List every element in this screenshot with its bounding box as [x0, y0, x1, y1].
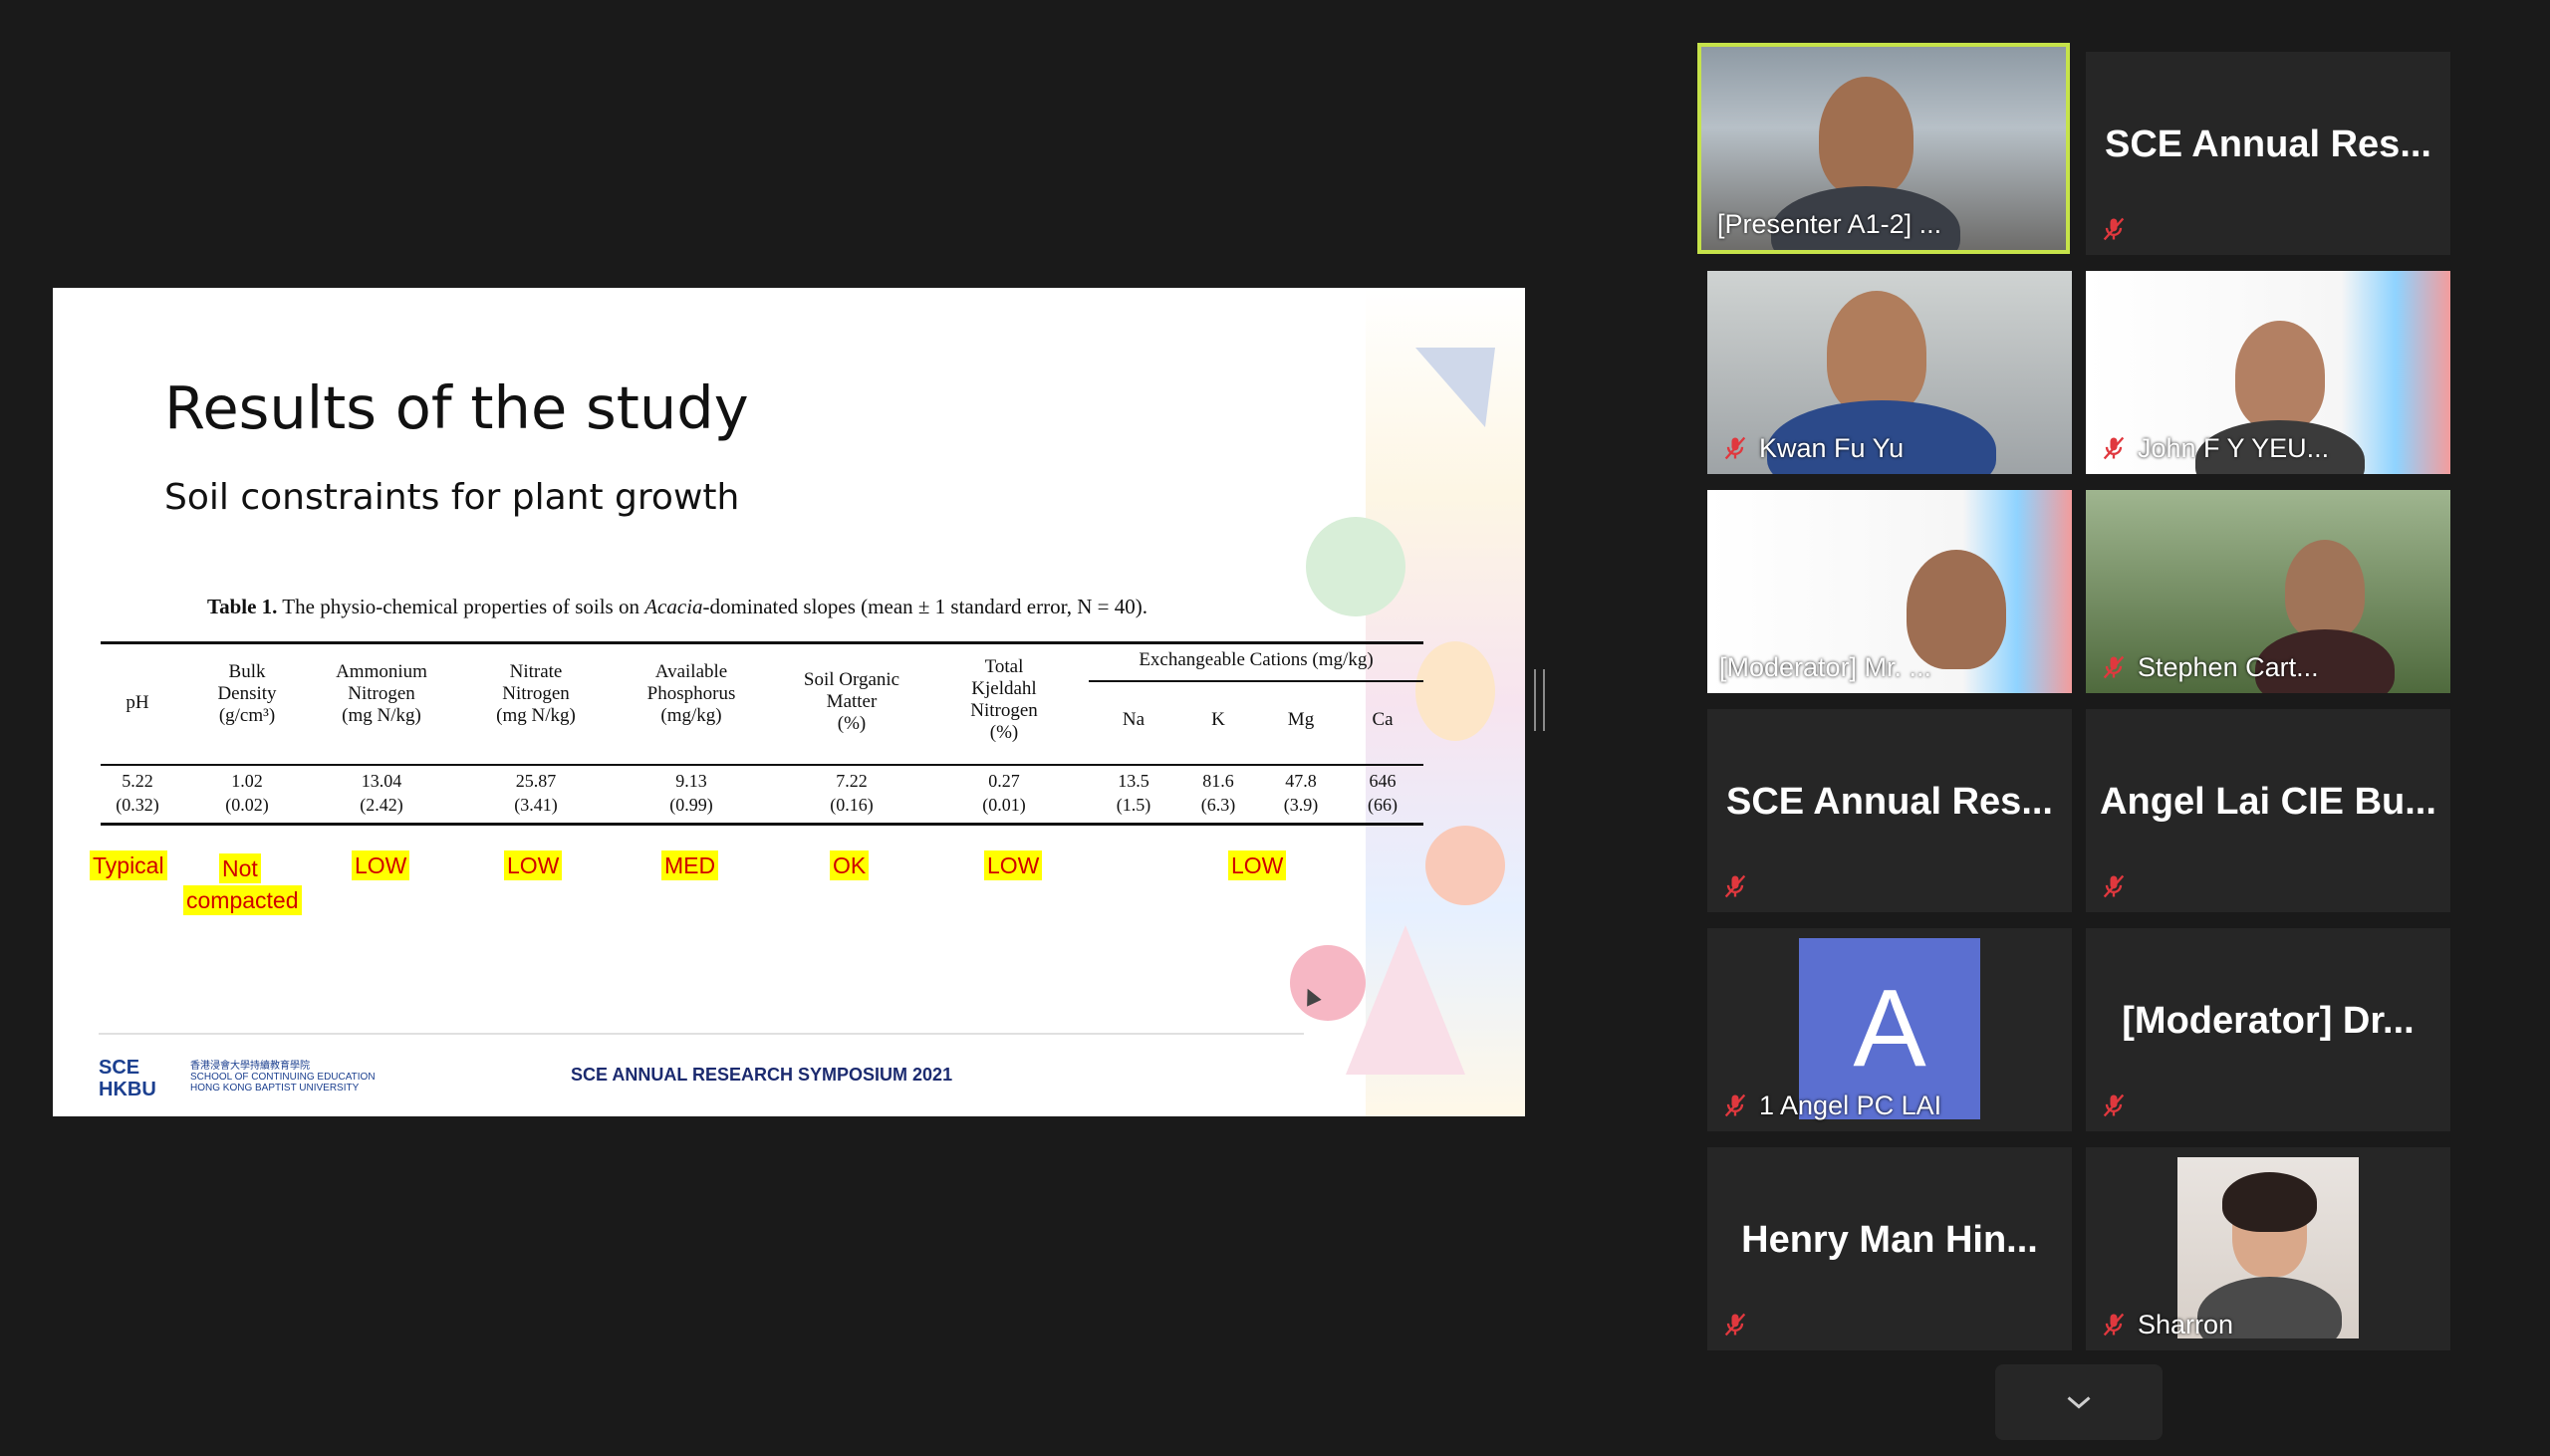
- mic-muted-icon: [1724, 436, 1746, 460]
- symposium-title: SCE ANNUAL RESEARCH SYMPOSIUM 2021: [571, 1065, 953, 1085]
- tag-cations: LOW: [1228, 850, 1287, 880]
- panel-resize-handle[interactable]: [1534, 669, 1545, 731]
- slide-subtitle: Soil constraints for plant growth: [164, 477, 740, 518]
- tag-phosphorus: MED: [661, 850, 719, 880]
- person-head: [1827, 291, 1926, 415]
- mic-muted-icon: [1724, 874, 1746, 898]
- col-header-ammonium: Ammonium Nitrogen (mg N/kg): [336, 661, 427, 726]
- value-ph: 5.22 (0.32): [116, 771, 159, 815]
- col-header-ca: Ca: [1372, 709, 1394, 730]
- col-header-k: K: [1211, 709, 1225, 730]
- person-hair: [2222, 1172, 2317, 1232]
- sce-hkbu-logo: SCE HKBU 香港浸會大學持續教育學院 SCHOOL OF CONTINUING…: [99, 1057, 397, 1106]
- mic-muted-icon: [2103, 1313, 2125, 1336]
- tag-ammonium: LOW: [352, 850, 410, 880]
- footer-divider: [99, 1033, 1304, 1035]
- value-k: 81.6 (6.3): [1200, 771, 1236, 815]
- mic-muted-icon: [1724, 1093, 1746, 1117]
- value-ammonium: 13.04 (2.42): [360, 771, 403, 815]
- participant-tile[interactable]: Kwan Fu Yu: [1707, 271, 2072, 474]
- mic-muted-icon: [2103, 217, 2125, 241]
- participant-name: Kwan Fu Yu: [1759, 433, 1905, 463]
- participant-tile[interactable]: SCE Annual Res...: [1707, 709, 2072, 912]
- tag-bulk-density-line1: Not: [219, 853, 261, 883]
- participant-display-name: Angel Lai CIE Bu...: [2100, 781, 2436, 823]
- person-head: [2235, 321, 2325, 430]
- participant-tile[interactable]: Sharron: [2086, 1147, 2450, 1350]
- tag-ph: Typical: [90, 850, 167, 880]
- value-ca: 646 (66): [1368, 771, 1398, 815]
- person-head: [1819, 77, 1913, 196]
- decor-triangle: [1346, 925, 1465, 1075]
- value-kjeldahl: 0.27 (0.01): [982, 771, 1026, 815]
- table-mid-rule: [101, 764, 1423, 766]
- participant-tile[interactable]: Stephen Cart...: [2086, 490, 2450, 693]
- mic-muted-icon: [2103, 874, 2125, 898]
- slide-title: Results of the study: [164, 373, 749, 442]
- value-nitrate: 25.87 (3.41): [514, 771, 558, 815]
- participant-name: Stephen Cart...: [2138, 652, 2319, 682]
- participant-display-name: Henry Man Hin...: [1741, 1219, 2038, 1261]
- shared-slide: Results of the study Soil constraints fo…: [53, 288, 1525, 1116]
- cations-rule: [1089, 680, 1423, 682]
- value-organic-matter: 7.22 (0.16): [830, 771, 874, 815]
- participant-display-name: SCE Annual Res...: [2105, 123, 2431, 165]
- tag-kjeldahl: LOW: [984, 850, 1043, 880]
- table-bottom-rule: [101, 823, 1423, 826]
- participant-name: Sharron: [2138, 1310, 2234, 1339]
- person-icon: [1415, 641, 1495, 741]
- decor-triangle: [1415, 348, 1495, 427]
- table-top-rule: [101, 641, 1423, 644]
- cations-group-header: Exchangeable Cations (mg/kg): [1139, 649, 1374, 670]
- value-bulk-density: 1.02 (0.02): [225, 771, 269, 815]
- tag-nitrate: LOW: [504, 850, 563, 880]
- participant-tile-presenter[interactable]: [Presenter A1-2] ...: [1697, 43, 2070, 254]
- more-participants-button[interactable]: [1995, 1364, 2163, 1440]
- participant-name: [Presenter A1-2] ...: [1717, 209, 1942, 239]
- logo-text: 香港浸會大學持續教育學院 SCHOOL OF CONTINUING EDUCATI…: [190, 1061, 376, 1093]
- participant-tile[interactable]: A 1 Angel PC LAI: [1707, 928, 2072, 1131]
- participant-name: [Moderator] Mr. ...: [1719, 652, 1932, 682]
- mic-muted-icon: [2103, 655, 2125, 679]
- col-header-mg: Mg: [1287, 709, 1315, 730]
- participant-tile[interactable]: [Moderator] Dr...: [2086, 928, 2450, 1131]
- col-header-phosphorus: Available Phosphorus (mg/kg): [646, 661, 736, 726]
- value-na: 13.5 (1.5): [1116, 771, 1151, 815]
- person-head: [2285, 540, 2365, 639]
- participant-tile[interactable]: [Moderator] Mr. ...: [1707, 490, 2072, 693]
- person-head: [1907, 550, 2006, 669]
- value-mg: 47.8 (3.9): [1283, 771, 1319, 815]
- logo-mark: SCE HKBU: [99, 1057, 156, 1100]
- col-header-kjeldahl: Total Kjeldahl Nitrogen (%): [970, 656, 1038, 743]
- col-header-ph: pH: [126, 692, 149, 713]
- participant-display-name: SCE Annual Res...: [1726, 781, 2053, 823]
- mic-muted-icon: [1724, 1313, 1746, 1336]
- mic-muted-icon: [2103, 1093, 2125, 1117]
- participant-name: John F Y YEU...: [2138, 433, 2330, 463]
- value-phosphorus: 9.13 (0.99): [669, 771, 713, 815]
- book-icon: [1425, 826, 1505, 905]
- chevron-down-icon: [2067, 1396, 2091, 1409]
- col-header-bulk-density: Bulk Density (g/cm³): [217, 661, 277, 726]
- participant-tile[interactable]: SCE Annual Res...: [2086, 52, 2450, 255]
- home-icon: [1306, 517, 1405, 616]
- tag-organic-matter: OK: [830, 850, 870, 880]
- col-header-na: Na: [1122, 709, 1146, 730]
- table-caption: Table 1. The physio-chemical properties …: [207, 595, 1148, 618]
- participant-tile[interactable]: Angel Lai CIE Bu...: [2086, 709, 2450, 912]
- participant-tile[interactable]: Henry Man Hin...: [1707, 1147, 2072, 1350]
- tag-bulk-density-line2: compacted: [183, 885, 302, 915]
- mic-muted-icon: [2103, 436, 2125, 460]
- participant-display-name: [Moderator] Dr...: [2122, 1000, 2415, 1042]
- col-header-nitrate: Nitrate Nitrogen (mg N/kg): [496, 661, 576, 726]
- col-header-organic-matter: Soil Organic Matter (%): [803, 669, 900, 734]
- participant-tile[interactable]: John F Y YEU...: [2086, 271, 2450, 474]
- participant-name: 1 Angel PC LAI: [1759, 1091, 1942, 1120]
